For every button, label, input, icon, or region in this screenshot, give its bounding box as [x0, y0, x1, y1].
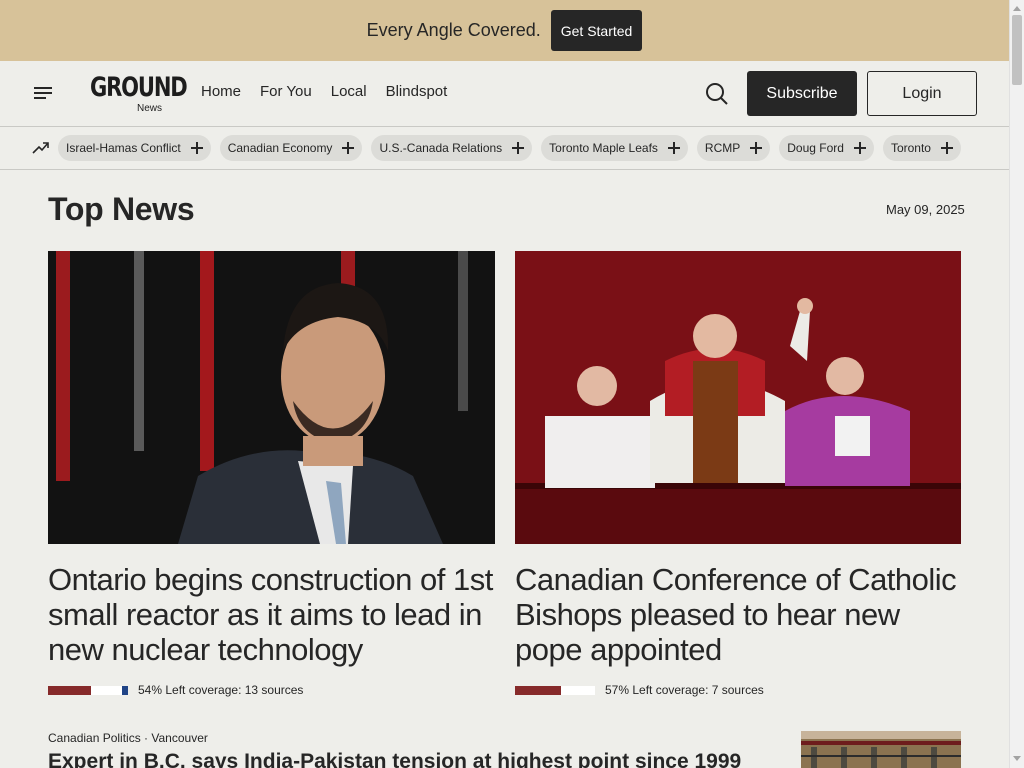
nav-for-you[interactable]: For You: [260, 81, 312, 103]
topic-chip-label: Toronto Maple Leafs: [549, 141, 658, 155]
story-thumbnail[interactable]: [801, 731, 961, 768]
bias-distribution-bar: [515, 686, 595, 695]
plus-icon[interactable]: [667, 142, 680, 154]
story-headline[interactable]: Ontario begins construction of 1st small…: [48, 562, 498, 667]
plus-icon[interactable]: [342, 142, 355, 154]
topic-chip[interactable]: RCMP: [696, 135, 771, 161]
topic-chips: Israel-Hamas Conflict Canadian Economy U…: [58, 135, 976, 161]
topic-chip[interactable]: Israel-Hamas Conflict: [58, 135, 211, 161]
plus-icon[interactable]: [853, 142, 866, 154]
bias-center-segment: [560, 686, 595, 695]
ground-news-logo[interactable]: GROUND News: [90, 72, 188, 115]
page-scrollbar[interactable]: [1009, 0, 1024, 768]
bias-distribution-bar: [48, 686, 128, 695]
story-image-pope[interactable]: [515, 251, 961, 544]
bias-right-segment: [121, 686, 128, 695]
plus-icon[interactable]: [512, 142, 525, 154]
coverage-summary: 54% Left coverage: 13 sources: [138, 683, 304, 697]
balcony-photo: [515, 251, 961, 544]
subscribe-button[interactable]: Subscribe: [747, 71, 857, 116]
topic-chip-label: Doug Ford: [787, 141, 844, 155]
bias-center-segment: [91, 686, 122, 695]
plus-icon[interactable]: [750, 142, 763, 154]
topic-chip[interactable]: Toronto: [882, 135, 961, 161]
coverage-summary: 57% Left coverage: 7 sources: [605, 683, 764, 697]
trending-arrow-icon: [32, 142, 49, 154]
topic-chip[interactable]: U.S.-Canada Relations: [371, 135, 533, 161]
site-header: GROUND News Home For You Local Blindspot…: [0, 61, 1009, 127]
story-headline[interactable]: Expert in B.C. says India-Pakistan tensi…: [48, 750, 741, 768]
plus-icon[interactable]: [940, 142, 953, 154]
story-image-nuclear[interactable]: [48, 251, 495, 544]
bias-left-segment: [48, 686, 92, 695]
promo-text: Every Angle Covered.: [366, 20, 541, 40]
topic-chip-label: RCMP: [704, 141, 741, 155]
hamburger-menu-icon[interactable]: [34, 85, 54, 101]
trending-topics-bar: Israel-Hamas Conflict Canadian Economy U…: [0, 127, 1009, 170]
topic-chip-label: Toronto: [890, 141, 931, 155]
speaker-photo: [48, 251, 495, 544]
nav-home[interactable]: Home: [201, 81, 241, 103]
topic-chip[interactable]: Toronto Maple Leafs: [541, 135, 688, 161]
nav-blindspot[interactable]: Blindspot: [386, 81, 448, 103]
story-category[interactable]: Canadian Politics · Vancouver: [48, 731, 208, 745]
main-nav: Home For You Local Blindspot: [201, 81, 466, 103]
scroll-down-arrow-icon[interactable]: [1013, 756, 1021, 761]
plus-icon[interactable]: [190, 142, 203, 154]
topic-chip-label: Canadian Economy: [227, 141, 333, 155]
logo-wordmark: GROUND: [90, 72, 188, 103]
nav-local[interactable]: Local: [331, 81, 367, 103]
search-icon[interactable]: [705, 82, 729, 106]
story-headline[interactable]: Canadian Conference of Catholic Bishops …: [515, 562, 965, 667]
current-date: May 09, 2025: [886, 202, 965, 217]
bias-left-segment: [515, 686, 561, 695]
topic-chip-label: U.S.-Canada Relations: [379, 141, 503, 155]
page-title: Top News: [48, 191, 195, 227]
topic-chip-label: Israel-Hamas Conflict: [66, 141, 181, 155]
get-started-button[interactable]: Get Started: [550, 10, 643, 51]
scrollbar-thumb[interactable]: [1012, 15, 1022, 85]
scroll-up-arrow-icon[interactable]: [1013, 6, 1021, 11]
topic-chip[interactable]: Canadian Economy: [219, 135, 363, 161]
promo-banner: Every Angle Covered. Get Started: [0, 0, 1009, 61]
thumbnail-photo: [801, 731, 961, 768]
logo-subtitle: News: [136, 103, 162, 114]
topic-chip[interactable]: Doug Ford: [779, 135, 874, 161]
login-button[interactable]: Login: [867, 71, 977, 116]
